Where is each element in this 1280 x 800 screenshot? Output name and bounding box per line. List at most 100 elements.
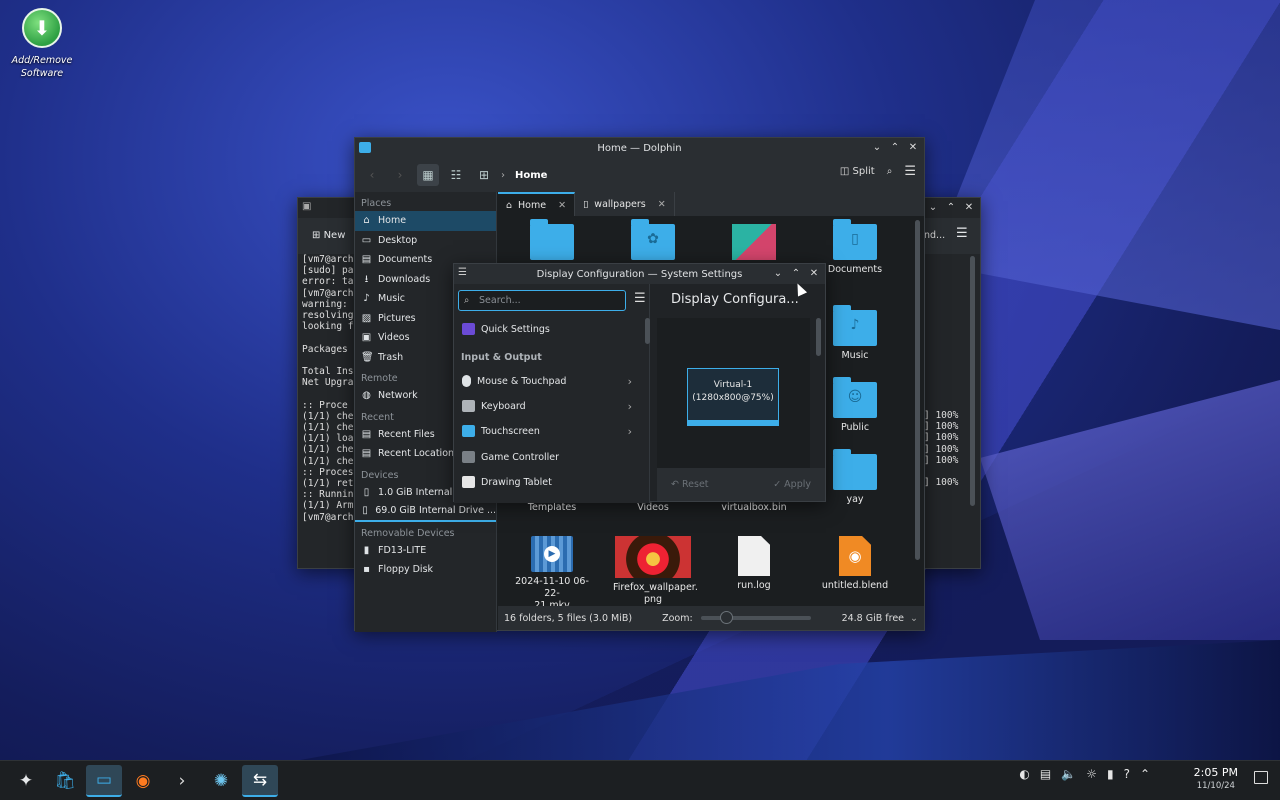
folder-app-icon	[359, 142, 371, 153]
back-icon[interactable]: ‹	[361, 164, 383, 186]
details-view-icon[interactable]: ⊞	[473, 164, 495, 186]
maximize-icon[interactable]: ⌃	[888, 140, 902, 154]
file-item-yay[interactable]: yay	[815, 449, 895, 506]
find-button[interactable]: nd...	[924, 230, 945, 241]
file-item[interactable]	[714, 224, 794, 260]
touchscreen-icon	[462, 425, 475, 437]
image-thumbnail	[615, 536, 691, 578]
zoom-slider[interactable]	[700, 611, 811, 624]
maximize-icon[interactable]: ⌃	[789, 266, 803, 280]
sidebar-item-drive-2[interactable]: ▯ 69.0 GiB Internal Drive ...	[355, 502, 496, 522]
file-item-templates[interactable]: Templates	[512, 502, 592, 514]
volume-icon[interactable]: 🔈	[1061, 767, 1076, 781]
terminal-scrollbar[interactable]	[970, 256, 975, 506]
display-output-virtual-1[interactable]: Virtual-1 (1280x800@75%)	[687, 368, 779, 426]
minimize-icon[interactable]: ⌄	[926, 200, 940, 214]
desktop-icon-add-remove-software[interactable]: Add/Remove Software	[10, 8, 74, 80]
settings-window[interactable]: ☰ Display Configuration — System Setting…	[453, 263, 826, 503]
system-settings-taskbar-icon[interactable]: ⇆	[242, 764, 278, 797]
forward-icon[interactable]: ›	[389, 164, 411, 186]
clock-date: 11/10/24	[1196, 781, 1235, 791]
file-item-runlog[interactable]: run.log	[714, 536, 794, 592]
close-icon[interactable]: ✕	[807, 266, 821, 280]
hamburger-menu-icon[interactable]: ☰	[634, 292, 648, 306]
show-desktop-icon[interactable]	[1254, 771, 1268, 784]
download-icon	[22, 8, 62, 48]
file-item-firefox-wallpaper[interactable]: Firefox_wallpaper. png	[613, 536, 698, 606]
minimize-icon[interactable]: ⌄	[870, 140, 884, 154]
display-arrangement-canvas[interactable]: Virtual-1 (1280x800@75%)	[657, 318, 810, 468]
sidebar-item-mouse[interactable]: Mouse & Touchpad ›	[454, 370, 640, 392]
icons-view-icon[interactable]: ▦	[417, 164, 439, 186]
dolphin-titlebar[interactable]: Home — Dolphin ⌄ ⌃ ✕	[355, 138, 924, 158]
close-icon[interactable]: ✕	[962, 200, 976, 214]
sidebar-item-drawing-tablet[interactable]: Drawing Tablet	[454, 471, 640, 493]
file-item[interactable]: ✿	[613, 219, 693, 264]
settings-titlebar[interactable]: ☰ Display Configuration — System Setting…	[454, 264, 825, 284]
sidebar-item-game-controller[interactable]: Game Controller	[454, 446, 640, 468]
close-icon[interactable]: ✕	[558, 200, 566, 211]
places-header: Places	[361, 198, 392, 209]
minimize-icon[interactable]: ⌄	[771, 266, 785, 280]
desktop-icon: ▭	[361, 234, 372, 246]
sidebar-item-floppy[interactable]: ▪ Floppy Disk	[355, 560, 496, 580]
terminal-output[interactable]: [vm7@arch [sudo] pa error: ta [vm7@arch …	[302, 254, 353, 523]
sidebar-item-home[interactable]: ⌂ Home	[355, 211, 496, 231]
app-launcher-icon[interactable]: ✦	[8, 765, 44, 797]
tab-home[interactable]: ⌂ Home ✕	[498, 192, 576, 216]
reset-button[interactable]: ↶ Reset	[671, 479, 709, 490]
chevron-down-icon[interactable]: ⌄	[910, 613, 918, 624]
search-icon[interactable]: ⌕	[887, 166, 893, 177]
dolphin-taskbar-icon[interactable]: ▭	[86, 764, 122, 797]
content-scrollbar[interactable]	[816, 318, 821, 356]
free-space[interactable]: 24.8 GiB free	[842, 613, 904, 624]
new-tab-button[interactable]: ⊞ New	[312, 230, 345, 241]
sidebar-scrollbar[interactable]	[645, 318, 650, 344]
clock-time: 2:05 PM	[1193, 766, 1238, 779]
file-item-documents[interactable]: ▯ Documents	[815, 219, 895, 276]
sidebar-item-desktop[interactable]: ▭ Desktop	[355, 231, 496, 251]
settings-taskbar-icon[interactable]: ✺	[203, 765, 239, 797]
clipboard-icon[interactable]: ▤	[1040, 767, 1051, 781]
firefox-icon[interactable]: ◉	[125, 765, 161, 797]
zoom-slider-handle[interactable]	[719, 611, 733, 624]
apply-button[interactable]: ✓ Apply	[773, 479, 811, 490]
mouse-icon	[462, 375, 471, 387]
brightness-icon[interactable]: ☼	[1086, 767, 1097, 781]
sidebar-item-touchscreen[interactable]: Touchscreen ›	[454, 420, 640, 442]
terminal-icon[interactable]: ›	[164, 765, 200, 797]
breadcrumb[interactable]: Home	[515, 170, 547, 181]
window-title: Display Configuration — System Settings	[536, 268, 743, 280]
video-icon: ▣	[361, 332, 372, 344]
search-input[interactable]: ⌕ Search...	[458, 290, 626, 311]
close-icon[interactable]: ✕	[658, 199, 666, 210]
hamburger-menu-icon[interactable]: ☰	[956, 226, 968, 241]
help-icon[interactable]: ?	[1124, 767, 1130, 781]
file-item[interactable]	[512, 219, 592, 264]
maximize-icon[interactable]: ⌃	[944, 200, 958, 214]
drive-icon: ▯	[363, 486, 370, 498]
folder-icon	[833, 449, 877, 490]
file-item-videos[interactable]: Videos	[613, 502, 693, 514]
file-item-public[interactable]: ☺ Public	[815, 377, 895, 434]
tab-wallpapers[interactable]: ▯ wallpapers ✕	[575, 192, 675, 216]
discover-store-icon[interactable]: 🛍	[47, 765, 83, 797]
file-item-blend[interactable]: ◉ untitled.blend	[815, 536, 895, 592]
sidebar-item-quick-settings[interactable]: Quick Settings	[454, 318, 640, 340]
hamburger-menu-icon[interactable]: ☰	[904, 164, 916, 179]
keyboard-icon	[462, 400, 475, 412]
close-icon[interactable]: ✕	[906, 140, 920, 154]
file-item-mkv[interactable]: ▶ 2024-11-10 06-22-21.mkv	[512, 536, 592, 612]
split-button[interactable]: ◫ Split	[840, 166, 875, 177]
sidebar-item-keyboard[interactable]: Keyboard ›	[454, 395, 640, 417]
compact-view-icon[interactable]: ☷	[445, 164, 467, 186]
sidebar-item-fd13-lite[interactable]: ▮ FD13-LITE	[355, 541, 496, 561]
file-view-scrollbar[interactable]	[915, 220, 920, 560]
chevron-up-icon[interactable]: ⌃	[1140, 767, 1150, 781]
chevron-right-icon: ›	[627, 374, 632, 388]
usb-device-icon[interactable]: ▮	[1107, 767, 1114, 781]
file-item-virtualbox[interactable]: virtualbox.bin	[714, 502, 794, 514]
file-item-music[interactable]: ♪ Music	[815, 305, 895, 362]
update-icon[interactable]: ◐	[1019, 767, 1029, 781]
clock[interactable]: 2:05 PM 11/10/24	[1194, 767, 1238, 792]
